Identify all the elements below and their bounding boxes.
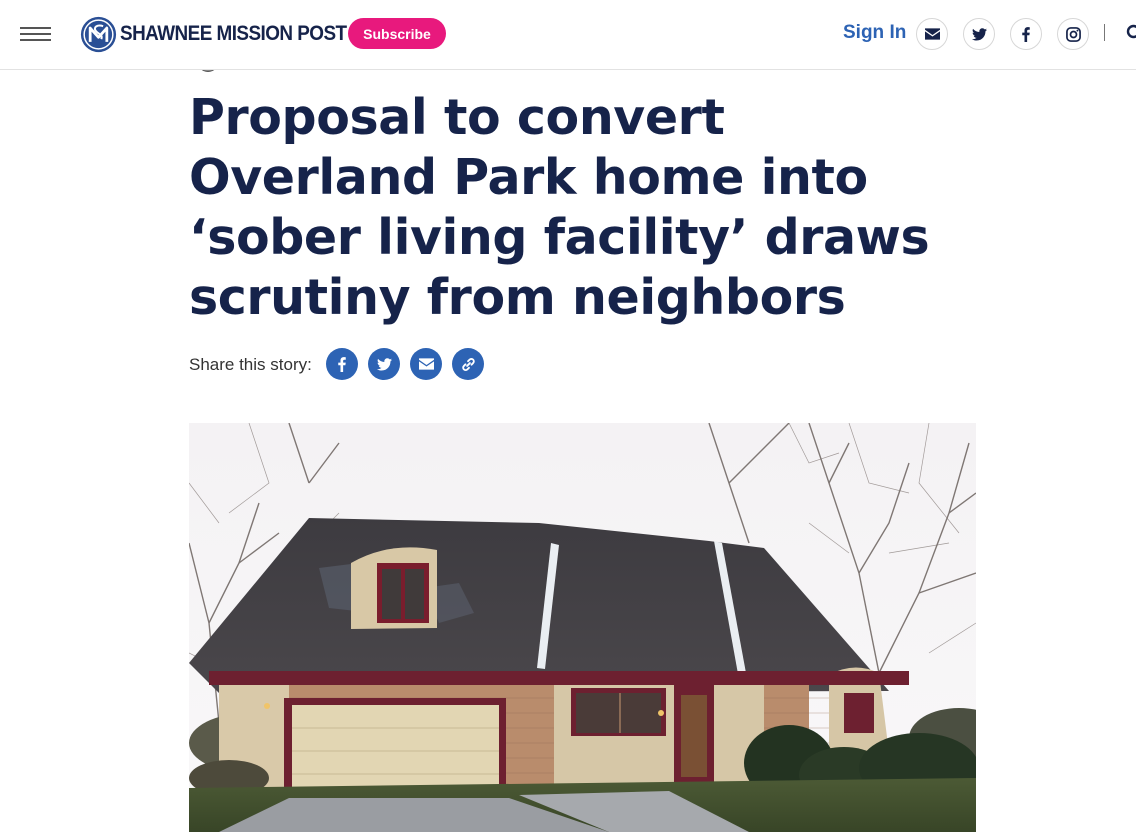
share-link-button[interactable]: [452, 348, 484, 380]
email-icon: [418, 358, 434, 370]
article-headline: Proposal to convert Overland Park home i…: [189, 89, 930, 326]
menu-icon[interactable]: [20, 26, 51, 42]
logo-mark-icon: [80, 16, 117, 52]
facebook-icon: [338, 356, 346, 372]
share-twitter-button[interactable]: [368, 348, 400, 380]
site-header: SHAWNEE MISSION POST Subscribe Sign In: [0, 0, 1136, 70]
facebook-icon[interactable]: [1010, 18, 1042, 50]
instagram-icon[interactable]: [1057, 18, 1089, 50]
share-facebook-button[interactable]: [326, 348, 358, 380]
twitter-icon: [376, 357, 392, 370]
email-icon[interactable]: [916, 18, 948, 50]
twitter-icon[interactable]: [963, 18, 995, 50]
article-hero-image: [189, 423, 976, 832]
site-logo[interactable]: SHAWNEE MISSION POST: [80, 15, 372, 53]
header-divider: [1104, 24, 1105, 41]
sign-in-link[interactable]: Sign In: [843, 22, 906, 44]
logo-text: SHAWNEE MISSION POST: [120, 22, 347, 45]
share-label: Share this story:: [189, 355, 312, 374]
link-icon: [461, 357, 475, 371]
share-email-button[interactable]: [410, 348, 442, 380]
subscribe-button[interactable]: Subscribe: [348, 18, 446, 49]
search-icon[interactable]: [1126, 24, 1136, 42]
